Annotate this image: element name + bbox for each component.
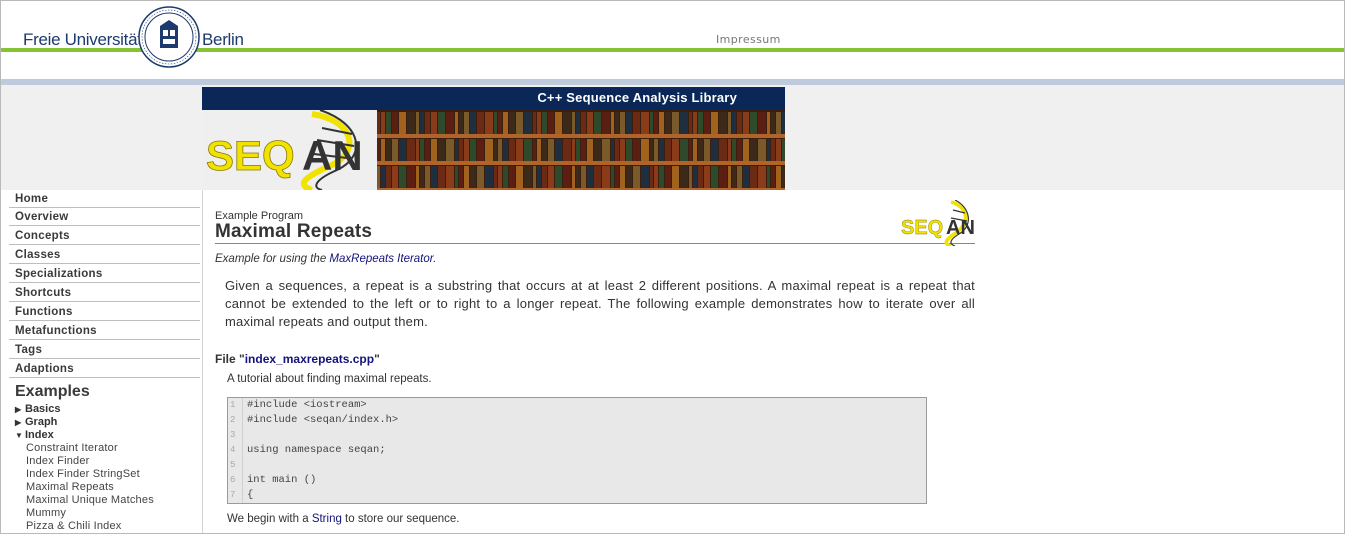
- university-name-right[interactable]: Berlin: [202, 30, 244, 50]
- code-line: 3: [228, 428, 926, 443]
- expand-triangle-icon: ▶: [15, 418, 22, 427]
- nav-tags[interactable]: Tags: [9, 341, 200, 359]
- index-item-index-finder-stringset[interactable]: Index Finder StringSet: [26, 468, 140, 480]
- university-name-left[interactable]: Freie Universität: [23, 30, 142, 50]
- index-item-maximal-repeats[interactable]: Maximal Repeats: [26, 481, 114, 493]
- nav-home[interactable]: Home: [9, 190, 200, 208]
- category-index[interactable]: ▼ Index: [15, 429, 54, 441]
- subtitle-prefix: Example for using the: [215, 253, 330, 265]
- nav-adaptions[interactable]: Adaptions: [9, 360, 200, 378]
- code-text: {: [247, 489, 254, 501]
- code-line: 2 #include <seqan/index.h>: [228, 413, 926, 428]
- maxrepeats-iterator-link[interactable]: MaxRepeats Iterator: [329, 253, 433, 265]
- index-item-constraint-iterator[interactable]: Constraint Iterator: [26, 442, 118, 454]
- code-line: 5: [228, 458, 926, 473]
- file-heading-suffix: ": [374, 352, 380, 366]
- line-number: 6: [230, 475, 236, 485]
- nav-functions[interactable]: Functions: [9, 303, 200, 321]
- svg-text:SEQ: SEQ: [901, 217, 943, 239]
- code-line: 6 int main (): [228, 473, 926, 488]
- nav-specializations[interactable]: Specializations: [9, 265, 200, 283]
- line-number: 5: [230, 460, 236, 470]
- code-block[interactable]: 1 #include <iostream> 2 #include <seqan/in…: [227, 397, 927, 504]
- category-basics[interactable]: ▶ Basics: [15, 403, 60, 415]
- banner-title-bar: C++ Sequence Analysis Library: [202, 87, 785, 110]
- seqan-logo-icon[interactable]: SEQ AN: [901, 200, 975, 246]
- expand-triangle-icon: ▶: [15, 405, 22, 414]
- nav-classes[interactable]: Classes: [9, 246, 200, 264]
- code-line: 1 #include <iostream>: [228, 398, 926, 413]
- index-item-mummy[interactable]: Mummy: [26, 507, 66, 519]
- banner-logo-text-dark: AN: [302, 132, 363, 179]
- line-number: 3: [230, 430, 236, 440]
- university-seal-icon[interactable]: [138, 6, 200, 68]
- after-suffix: to store our sequence.: [341, 513, 460, 525]
- line-number: 7: [230, 490, 236, 500]
- code-text: #include <iostream>: [247, 399, 367, 411]
- svg-text:AN: AN: [946, 217, 975, 239]
- category-graph[interactable]: ▶ Graph: [15, 416, 57, 428]
- impressum-link[interactable]: Impressum: [716, 33, 781, 46]
- code-text: using namespace seqan;: [247, 444, 386, 456]
- nav-metafunctions[interactable]: Metafunctions: [9, 322, 200, 340]
- sidebar: Home Overview Concepts Classes Specializ…: [1, 190, 203, 533]
- code-line: 7{: [228, 488, 926, 503]
- category-graph-label: Graph: [25, 416, 58, 428]
- seqan-banner: C++ Sequence Analysis Library SEQ AN: [202, 87, 785, 190]
- banner-logo-text: SEQ: [206, 132, 295, 179]
- nav-shortcuts[interactable]: Shortcuts: [9, 284, 200, 302]
- category-index-label: Index: [25, 429, 54, 441]
- line-number: 4: [230, 445, 236, 455]
- after-code-text: We begin with a String to store our sequ…: [227, 513, 460, 525]
- line-number: 2: [230, 415, 236, 425]
- nav-concepts[interactable]: Concepts: [9, 227, 200, 245]
- description-paragraph: Given a sequences, a repeat is a substri…: [225, 278, 975, 329]
- page-title: Maximal Repeats: [215, 221, 373, 242]
- string-link[interactable]: String: [312, 513, 342, 525]
- file-heading-prefix: File ": [215, 352, 245, 366]
- category-basics-label: Basics: [25, 403, 61, 415]
- file-note: A tutorial about finding maximal repeats…: [227, 373, 432, 385]
- examples-heading: Examples: [15, 383, 90, 400]
- index-item-index-finder[interactable]: Index Finder: [26, 455, 90, 467]
- site-header: Freie Universität Berlin Impressum: [1, 1, 1344, 79]
- code-text: #include <seqan/index.h>: [247, 414, 399, 426]
- index-item-pizza-chili-index[interactable]: Pizza & Chili Index: [26, 520, 122, 532]
- title-divider: [215, 243, 975, 244]
- collapse-triangle-icon: ▼: [15, 431, 23, 440]
- code-line: 4 using namespace seqan;: [228, 443, 926, 458]
- after-prefix: We begin with a: [227, 513, 312, 525]
- page-subtitle: Example for using the MaxRepeats Iterato…: [215, 253, 436, 265]
- subtitle-suffix: .: [433, 253, 437, 265]
- banner-title: C++ Sequence Analysis Library: [537, 90, 737, 105]
- banner-bookshelf-image: SEQ AN: [202, 110, 785, 190]
- nav-overview[interactable]: Overview: [9, 208, 200, 226]
- code-text: int main (): [247, 474, 317, 486]
- line-number: 1: [230, 400, 236, 410]
- page-frame: Freie Universität Berlin Impressum C++ S…: [0, 0, 1345, 534]
- index-item-maximal-unique-matches[interactable]: Maximal Unique Matches: [26, 494, 154, 506]
- file-heading: File "index_maxrepeats.cpp": [215, 352, 380, 366]
- source-file-link[interactable]: index_maxrepeats.cpp: [245, 352, 374, 366]
